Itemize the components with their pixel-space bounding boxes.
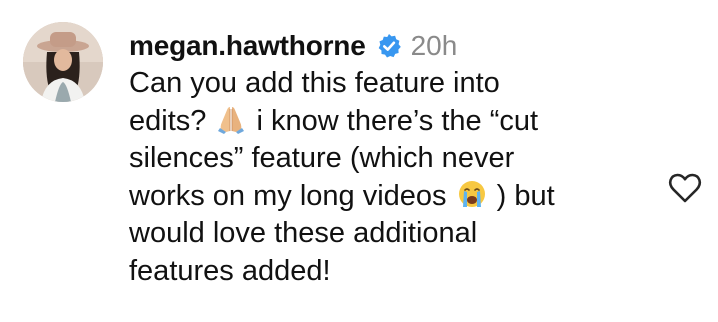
comment-text-segment: features added!	[129, 254, 331, 287]
comment-text-segment: works on my long videos	[129, 179, 455, 212]
comment-text-segment: Can you add this feature into	[129, 67, 500, 99]
comment-text-segment: i know there’s the “cut	[256, 104, 539, 137]
heart-outline-icon[interactable]	[667, 170, 703, 206]
timestamp[interactable]: 20h	[411, 30, 458, 62]
comment-text-segment: would love these additional	[129, 217, 478, 249]
username[interactable]: megan.hawthorne	[129, 30, 366, 62]
folded-hands-emoji-icon	[216, 104, 246, 134]
comment-text: Can you add this feature into edits? i k…	[129, 65, 649, 290]
comment-line: edits? i know there’s the “cut	[129, 103, 649, 141]
comment-line: would love these additional	[129, 215, 649, 253]
loudly-crying-face-emoji-icon	[457, 179, 487, 209]
comment-line: features added!	[129, 253, 649, 291]
comment-line: silences” feature (which never	[129, 140, 649, 178]
comment-text-segment: ) but	[496, 179, 555, 212]
comment-text-segment: edits?	[129, 104, 215, 137]
comment-text-segment: silences” feature (which never	[129, 142, 515, 174]
comment-line: Can you add this feature into	[129, 65, 649, 103]
like-button[interactable]	[667, 170, 703, 206]
verified-badge-icon	[376, 33, 402, 59]
comment-line: works on my long videos ) but	[129, 178, 649, 216]
avatar[interactable]	[23, 22, 103, 102]
comment: megan.hawthorne 20h Can you add this fea…	[0, 0, 718, 322]
comment-header: megan.hawthorne 20h	[129, 27, 457, 65]
